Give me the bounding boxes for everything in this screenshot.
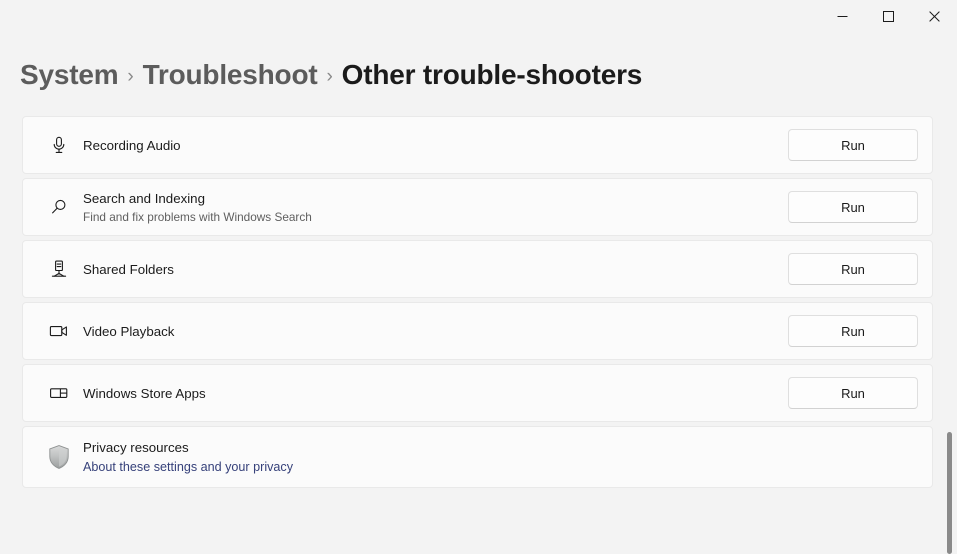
- minimize-button[interactable]: [819, 0, 865, 32]
- page-scrollbar[interactable]: [943, 100, 955, 554]
- privacy-resources-title: Privacy resources: [83, 439, 189, 455]
- troubleshooter-title: Video Playback: [83, 323, 175, 339]
- store-apps-icon: [39, 383, 79, 403]
- shared-folders-icon: [39, 259, 79, 279]
- privacy-resources-text: Privacy resources About these settings a…: [79, 438, 918, 477]
- privacy-resources-row: Privacy resources About these settings a…: [22, 426, 933, 488]
- troubleshooter-row-recording-audio[interactable]: Recording Audio Run: [22, 116, 933, 174]
- close-button[interactable]: [911, 0, 957, 32]
- troubleshooter-title: Search and Indexing: [83, 190, 205, 206]
- page-title: Other trouble-shooters: [341, 59, 643, 90]
- troubleshooter-title: Windows Store Apps: [83, 385, 206, 401]
- search-icon: [39, 197, 79, 217]
- run-button-search-and-indexing[interactable]: Run: [788, 191, 918, 223]
- scrollbar-thumb[interactable]: [947, 432, 952, 554]
- maximize-button[interactable]: [865, 0, 911, 32]
- troubleshooter-title: Shared Folders: [83, 261, 174, 277]
- troubleshooter-text: Search and Indexing Find and fix problem…: [79, 189, 788, 226]
- run-button-windows-store-apps[interactable]: Run: [788, 377, 918, 409]
- breadcrumb: System › Troubleshoot › Other trouble-sh…: [20, 55, 642, 99]
- microphone-icon: [39, 135, 79, 155]
- shield-icon: [39, 444, 79, 470]
- breadcrumb-item-troubleshoot[interactable]: Troubleshoot: [143, 55, 318, 95]
- troubleshooter-text: Video Playback: [79, 322, 788, 341]
- troubleshooter-subtitle: Find and fix problems with Windows Searc…: [83, 209, 312, 224]
- privacy-settings-link[interactable]: About these settings and your privacy: [83, 458, 293, 477]
- breadcrumb-separator-icon: ›: [326, 66, 333, 87]
- troubleshooter-row-shared-folders[interactable]: Shared Folders Run: [22, 240, 933, 298]
- troubleshooter-text: Shared Folders: [79, 260, 788, 279]
- troubleshooters-list: Recording Audio Run Search and Indexing …: [22, 116, 933, 492]
- maximize-icon: [882, 10, 894, 22]
- video-camera-icon: [39, 321, 79, 341]
- troubleshooter-title: Recording Audio: [83, 137, 181, 153]
- run-button-video-playback[interactable]: Run: [788, 315, 918, 347]
- troubleshooter-text: Windows Store Apps: [79, 384, 788, 403]
- troubleshooter-text: Recording Audio: [79, 136, 788, 155]
- minimize-icon: [837, 11, 848, 22]
- troubleshooter-row-video-playback[interactable]: Video Playback Run: [22, 302, 933, 360]
- troubleshooter-row-search-and-indexing[interactable]: Search and Indexing Find and fix problem…: [22, 178, 933, 236]
- close-icon: [928, 10, 940, 22]
- breadcrumb-item-system[interactable]: System: [20, 55, 119, 95]
- title-bar: [0, 0, 957, 32]
- troubleshooter-row-windows-store-apps[interactable]: Windows Store Apps Run: [22, 364, 933, 422]
- breadcrumb-separator-icon: ›: [127, 66, 134, 87]
- run-button-shared-folders[interactable]: Run: [788, 253, 918, 285]
- run-button-recording-audio[interactable]: Run: [788, 129, 918, 161]
